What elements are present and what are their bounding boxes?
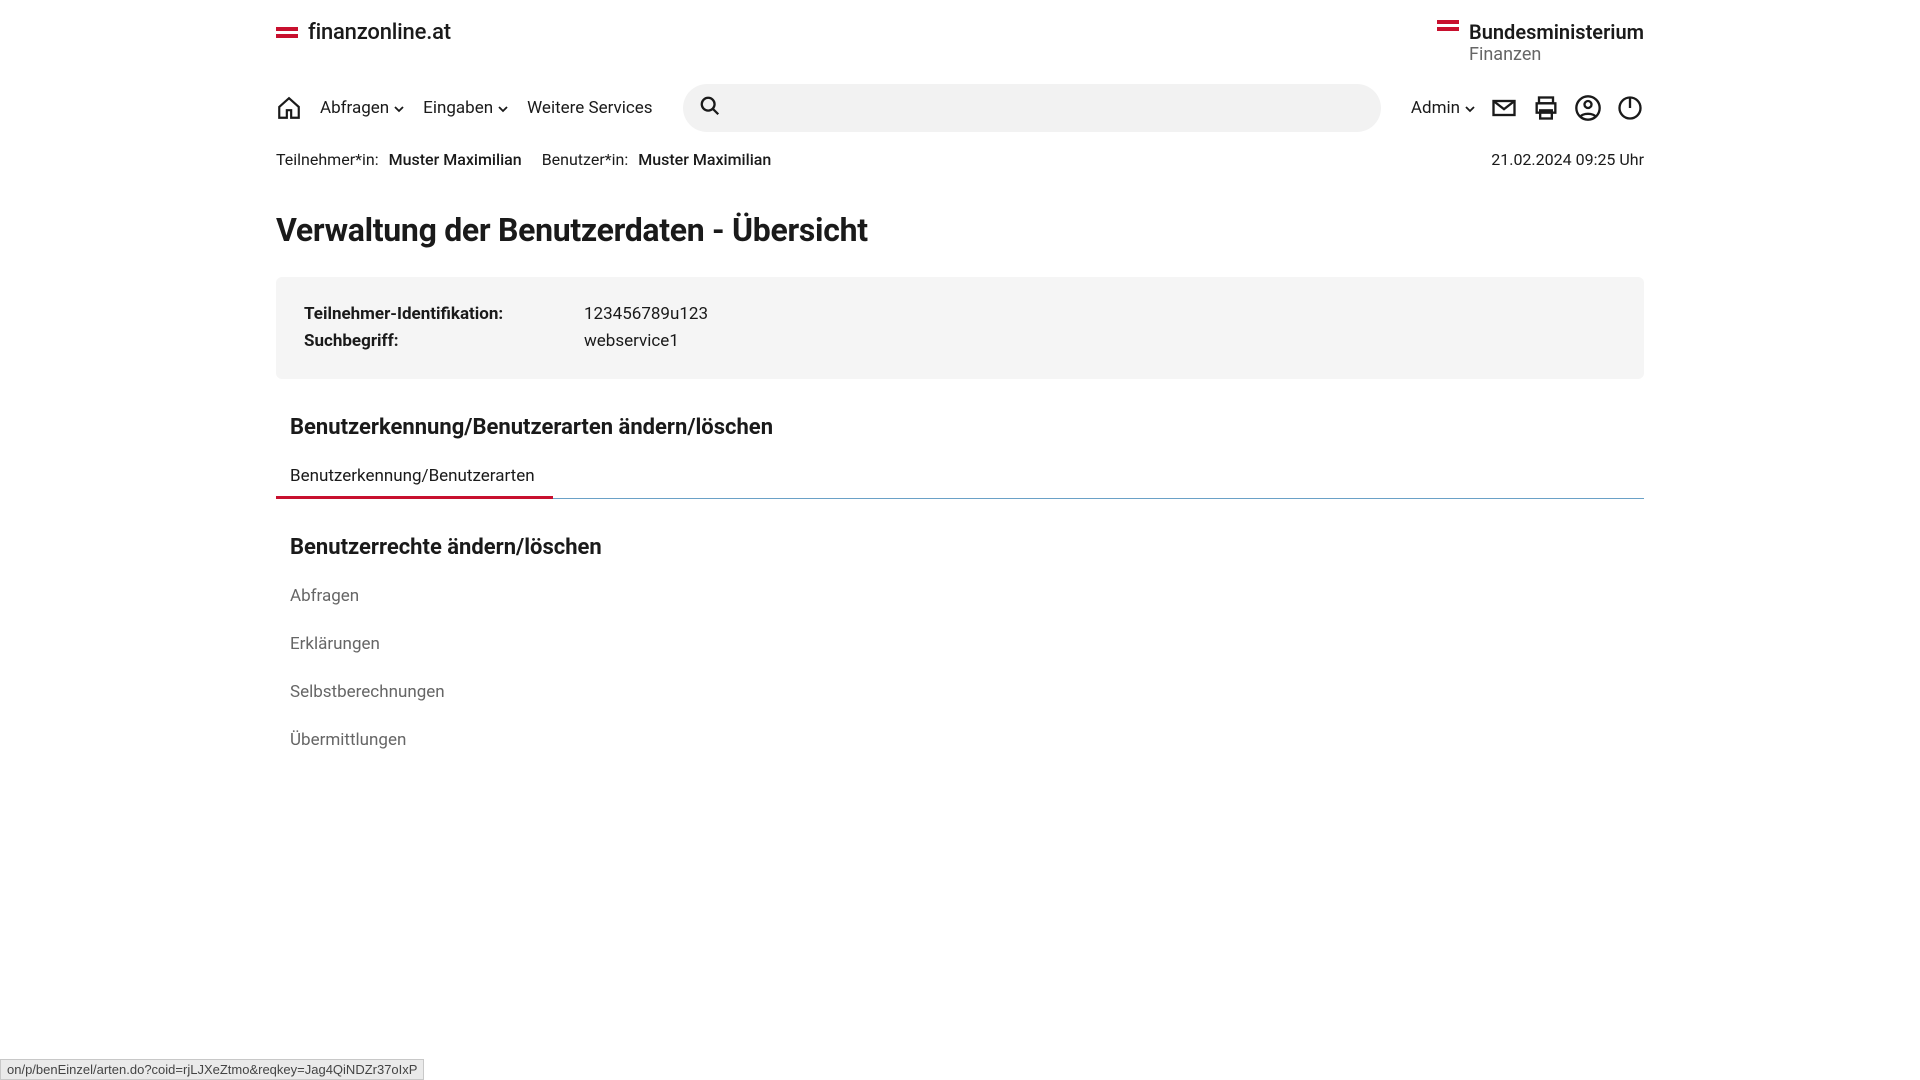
admin-menu[interactable]: Admin (1411, 98, 1476, 118)
austria-flag-icon (1437, 20, 1459, 31)
benutzer-value: Muster Maximilian (638, 150, 771, 169)
nav-weitere-services[interactable]: Weitere Services (527, 98, 652, 118)
site-brand[interactable]: finanzonline.at (276, 20, 451, 45)
search-box[interactable] (683, 84, 1381, 132)
home-icon[interactable] (276, 95, 302, 121)
tabs-benutzerkennung: Benutzerkennung/Benutzerarten (276, 452, 1644, 499)
teilnehmer-label: Teilnehmer*in: (276, 150, 379, 169)
nav-weitere-label: Weitere Services (527, 98, 652, 118)
section-benutzerkennung-title: Benutzerkennung/Benutzerarten ändern/lös… (276, 415, 1644, 440)
ministry-subtitle: Finanzen (1469, 44, 1644, 66)
section-benutzerrechte-title: Benutzerrechte ändern/löschen (276, 535, 1644, 560)
site-name: finanzonline.at (308, 20, 451, 45)
page-title: Verwaltung der Benutzerdaten - Übersicht (276, 211, 1644, 249)
nav-abfragen-label: Abfragen (320, 98, 389, 118)
power-icon[interactable] (1616, 94, 1644, 122)
link-erklaerungen[interactable]: Erklärungen (290, 620, 1644, 668)
admin-label: Admin (1411, 98, 1460, 118)
timestamp: 21.02.2024 09:25 Uhr (1491, 150, 1644, 169)
print-icon[interactable] (1532, 94, 1560, 122)
link-selbstberechnungen[interactable]: Selbstberechnungen (290, 668, 1644, 716)
teilnehmer-value: Muster Maximilian (389, 150, 522, 169)
tab-benutzerkennung[interactable]: Benutzerkennung/Benutzerarten (276, 452, 553, 498)
teilnehmer-id-label: Teilnehmer-Identifikation: (304, 301, 584, 328)
benutzer-info: Benutzer*in: Muster Maximilian (542, 150, 772, 169)
nav-abfragen[interactable]: Abfragen (320, 98, 405, 118)
ministry-brand: Bundesministerium Finanzen (1437, 20, 1644, 66)
nav-eingaben[interactable]: Eingaben (423, 98, 509, 118)
search-icon (699, 95, 721, 121)
top-brand-bar: finanzonline.at Bundesministerium Finanz… (276, 0, 1644, 76)
link-uebermittlungen[interactable]: Übermittlungen (290, 716, 1644, 764)
teilnehmer-info: Teilnehmer*in: Muster Maximilian (276, 150, 522, 169)
mail-icon[interactable] (1490, 94, 1518, 122)
teilnehmer-id-value: 123456789u123 (584, 301, 708, 328)
austria-flag-icon (276, 27, 298, 38)
suchbegriff-label: Suchbegriff: (304, 328, 584, 355)
chevron-down-icon (393, 100, 405, 120)
chevron-down-icon (497, 100, 509, 120)
info-panel: Teilnehmer-Identifikation: 123456789u123… (276, 277, 1644, 379)
suchbegriff-value: webservice1 (584, 328, 679, 355)
main-nav: Abfragen Eingaben Weitere Services Admin (276, 76, 1644, 140)
search-input[interactable] (721, 99, 1365, 117)
chevron-down-icon (1464, 100, 1476, 120)
user-icon[interactable] (1574, 94, 1602, 122)
link-abfragen[interactable]: Abfragen (290, 572, 1644, 620)
benutzerrechte-linklist: Abfragen Erklärungen Selbstberechnungen … (276, 572, 1644, 764)
meta-info-row: Teilnehmer*in: Muster Maximilian Benutze… (276, 140, 1644, 175)
browser-status-bar: on/p/benEinzel/arten.do?coid=rjLJXeZtmo&… (0, 1059, 424, 1080)
ministry-name: Bundesministerium (1469, 20, 1644, 44)
nav-eingaben-label: Eingaben (423, 98, 493, 118)
benutzer-label: Benutzer*in: (542, 150, 629, 169)
